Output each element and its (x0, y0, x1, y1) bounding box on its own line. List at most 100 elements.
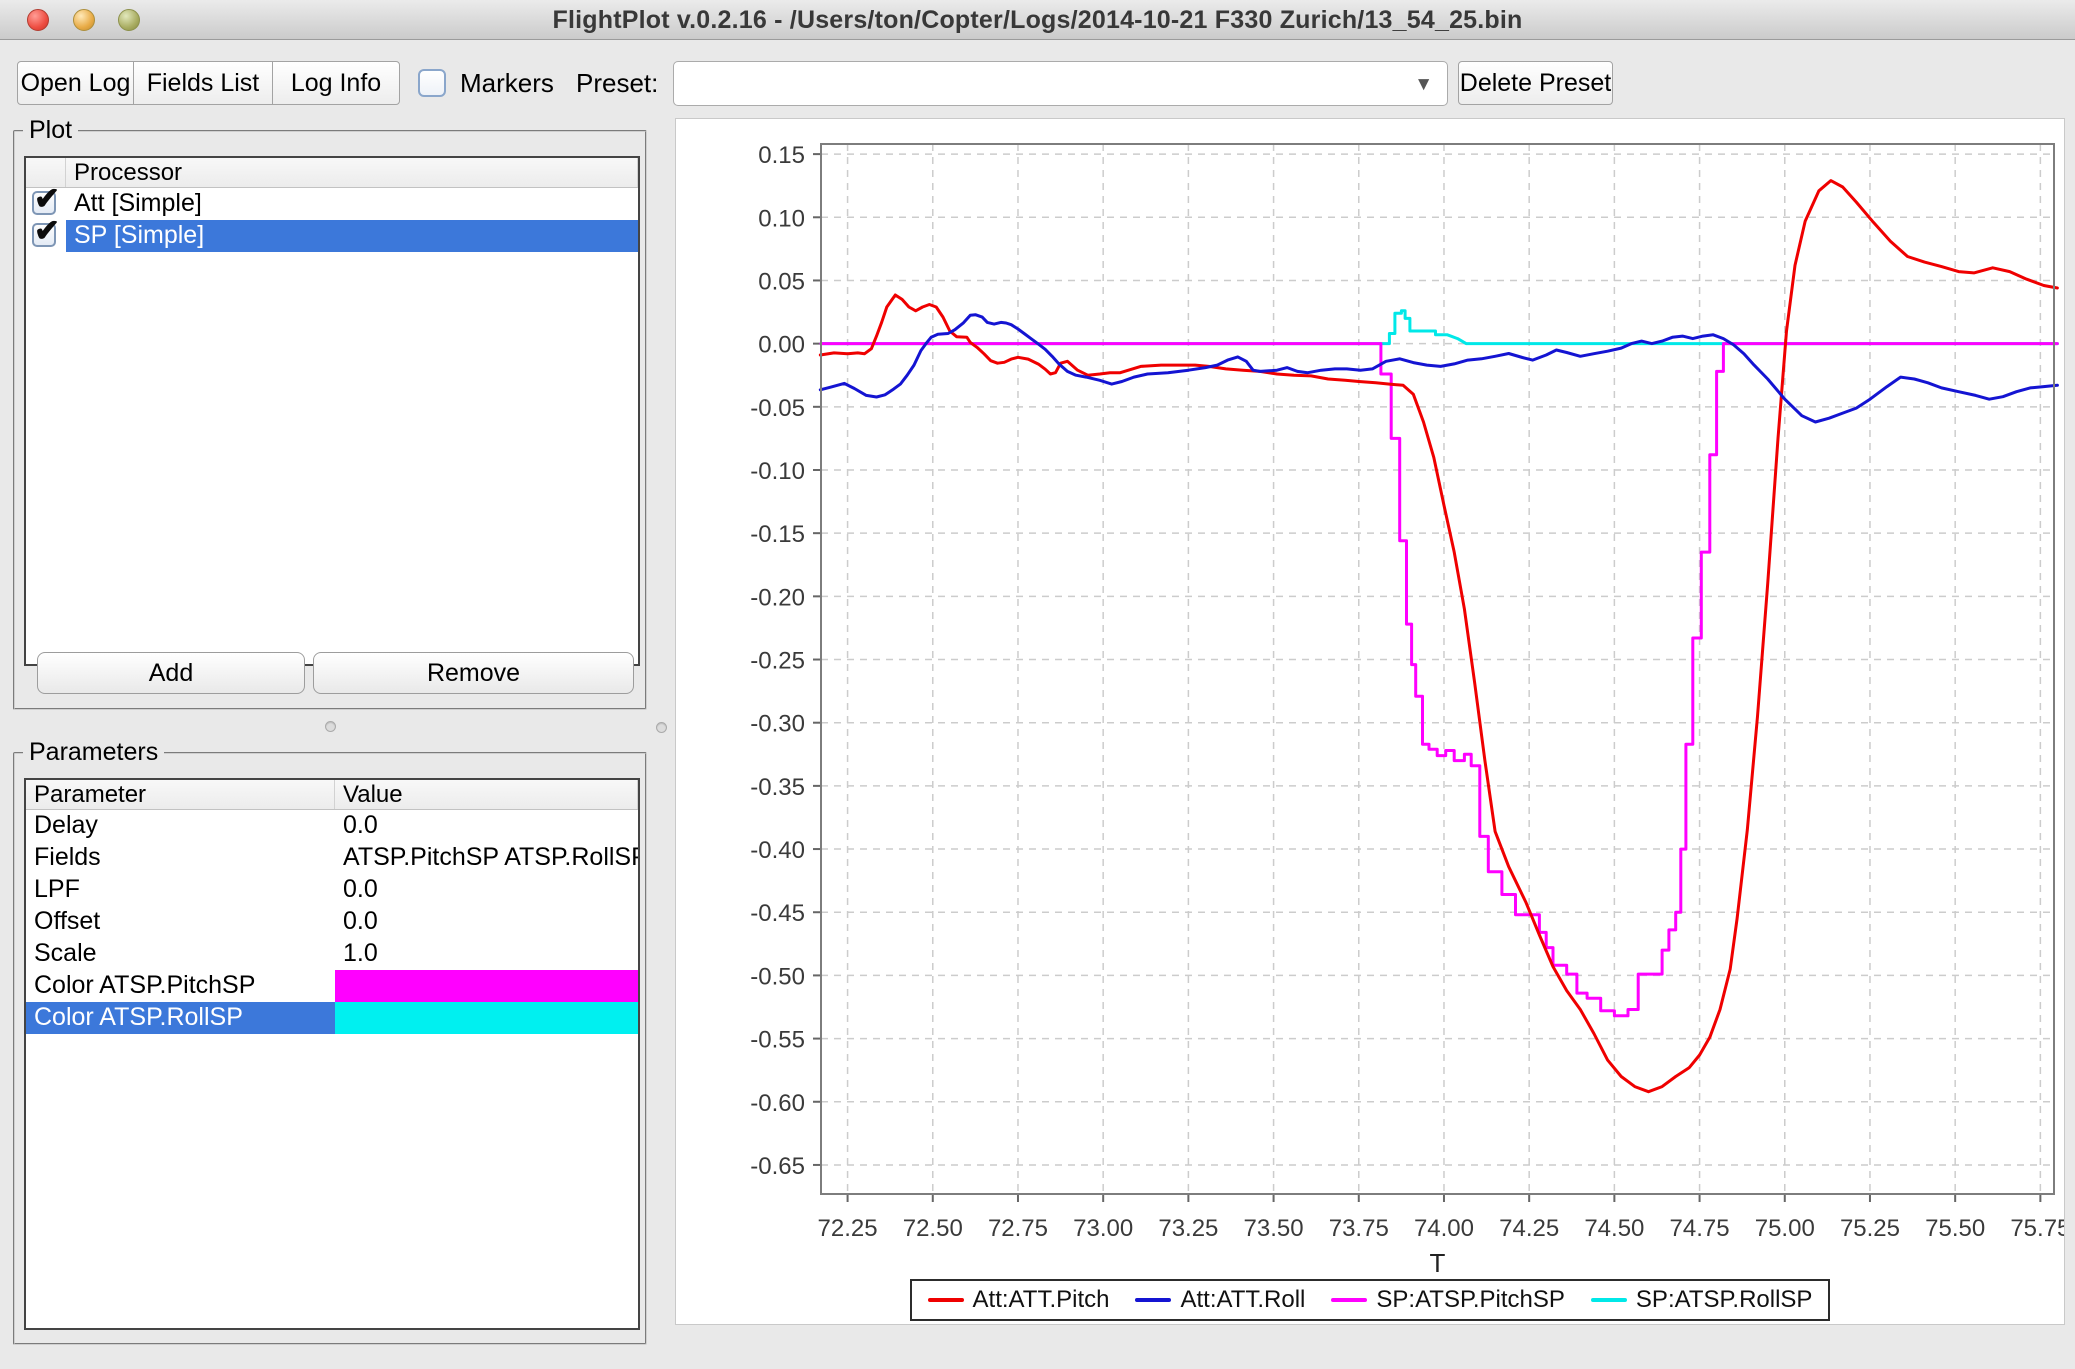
add-button[interactable]: Add (37, 652, 305, 694)
processor-label[interactable]: Att [Simple] (66, 188, 638, 220)
value-column-header[interactable]: Value (335, 780, 638, 809)
parameter-row[interactable]: Offset 0.0 (26, 906, 638, 938)
parameter-row[interactable]: Delay 0.0 (26, 810, 638, 842)
y-tick-label: -0.35 (750, 774, 805, 801)
processor-table[interactable]: Processor Att [Simple]SP [Simple] (24, 156, 640, 666)
legend-line-swatch (1135, 1298, 1172, 1302)
chevron-down-icon[interactable]: ▼ (1414, 74, 1433, 96)
processor-checkbox-cell[interactable] (26, 188, 66, 220)
x-tick-label: 75.75 (2010, 1215, 2064, 1242)
markers-label: Markers (460, 68, 554, 98)
legend-item: SP:ATSP.RollSP (1590, 1286, 1813, 1314)
flight-plot-chart[interactable]: 0.15 0.10 0.05 0.00 -0.05 -0.10 -0.15 -0.20 -0.2… (676, 119, 2070, 1279)
parameter-row[interactable]: LPF 0.0 (26, 874, 638, 906)
x-axis-label: T (1430, 1248, 1446, 1278)
legend-item: Att:ATT.Pitch (927, 1286, 1110, 1314)
legend-label: SP:ATSP.RollSP (1635, 1286, 1813, 1313)
parameter-value-cell[interactable]: 1.0 (335, 938, 638, 970)
parameter-name-cell[interactable]: LPF (26, 874, 335, 906)
y-tick-label: -0.10 (750, 458, 805, 485)
parameter-value-cell[interactable]: ATSP.PitchSP ATSP.RollSP (335, 842, 638, 874)
x-tick-label: 72.75 (988, 1215, 1048, 1242)
x-tick-label: 72.50 (903, 1215, 963, 1242)
x-tick-label: 73.50 (1244, 1215, 1304, 1242)
parameter-name-cell[interactable]: Scale (26, 938, 335, 970)
app-window: FlightPlot v.0.2.16 - /Users/ton/Copter/… (0, 0, 2075, 1369)
y-tick-label: -0.55 (750, 1027, 805, 1054)
legend-line-swatch (1590, 1298, 1627, 1302)
remove-button[interactable]: Remove (313, 652, 634, 694)
log-info-button[interactable]: Log Info (272, 61, 400, 105)
y-tick-label: -0.60 (750, 1090, 805, 1117)
chart-background (676, 119, 2064, 1279)
y-tick-label: -0.30 (750, 711, 805, 738)
parameters-panel-title: Parameters (23, 738, 165, 767)
parameter-color-swatch[interactable] (335, 970, 638, 1002)
preset-combobox[interactable]: ▼ (673, 61, 1448, 106)
plot-panel-title: Plot (23, 116, 79, 145)
checkbox-column-header[interactable] (26, 158, 66, 187)
y-tick-label: 0.00 (758, 332, 805, 359)
processor-checkbox-cell[interactable] (26, 220, 66, 252)
parameter-row[interactable]: Scale 1.0 (26, 938, 638, 970)
x-tick-label: 74.25 (1499, 1215, 1559, 1242)
processor-checkbox[interactable] (32, 188, 60, 217)
parameter-row[interactable]: Fields ATSP.PitchSP ATSP.RollSP (26, 842, 638, 874)
parameters-table[interactable]: Parameter Value Delay 0.0 Fields ATSP.Pitch… (24, 778, 640, 1330)
open-log-button[interactable]: Open Log (17, 61, 134, 105)
parameter-value-cell[interactable]: 0.0 (335, 874, 638, 906)
x-tick-label: 75.50 (1925, 1215, 1985, 1242)
parameter-name-cell[interactable]: Color ATSP.PitchSP (26, 970, 335, 1002)
title-bar[interactable]: FlightPlot v.0.2.16 - /Users/ton/Copter/… (0, 0, 2075, 40)
y-tick-label: -0.15 (750, 521, 805, 548)
parameter-row[interactable]: Color ATSP.RollSP (26, 1002, 638, 1034)
processor-column-header[interactable]: Processor (66, 158, 638, 187)
chart-panel[interactable]: 0.15 0.10 0.05 0.00 -0.05 -0.10 -0.15 -0.20 -0.2… (675, 118, 2070, 1325)
window-title: FlightPlot v.0.2.16 - /Users/ton/Copter/… (552, 6, 1523, 34)
parameter-color-swatch[interactable] (335, 1002, 638, 1034)
parameter-column-header[interactable]: Parameter (26, 780, 335, 809)
processor-row[interactable]: Att [Simple] (26, 188, 638, 220)
processor-table-header[interactable]: Processor (26, 158, 638, 188)
legend-item: SP:ATSP.PitchSP (1331, 1286, 1565, 1314)
y-tick-label: 0.15 (758, 142, 805, 169)
parameter-value-cell[interactable]: 0.0 (335, 810, 638, 842)
legend-item: Att:ATT.Roll (1135, 1286, 1305, 1314)
y-tick-label: -0.65 (750, 1153, 805, 1180)
parameter-value-cell[interactable]: 0.0 (335, 906, 638, 938)
y-tick-label: -0.25 (750, 648, 805, 675)
parameter-name-cell[interactable]: Delay (26, 810, 335, 842)
parameter-name-cell[interactable]: Fields (26, 842, 335, 874)
delete-preset-button[interactable]: Delete Preset (1458, 61, 1613, 105)
y-tick-label: -0.40 (750, 837, 805, 864)
x-tick-label: 73.75 (1329, 1215, 1389, 1242)
y-tick-label: -0.45 (750, 900, 805, 927)
vertical-splitter-grip[interactable] (656, 722, 667, 733)
processor-label[interactable]: SP [Simple] (66, 220, 638, 252)
parameters-table-header[interactable]: Parameter Value (26, 780, 638, 810)
processor-row[interactable]: SP [Simple] (26, 220, 638, 252)
x-tick-label: 74.75 (1670, 1215, 1730, 1242)
legend-line-swatch (1331, 1298, 1368, 1302)
horizontal-splitter-grip[interactable] (325, 721, 336, 732)
y-tick-label: -0.20 (750, 584, 805, 611)
parameter-name-cell[interactable]: Color ATSP.RollSP (26, 1002, 335, 1034)
legend-label: SP:ATSP.PitchSP (1376, 1286, 1565, 1313)
y-tick-label: -0.05 (750, 395, 805, 422)
x-tick-label: 74.00 (1414, 1215, 1474, 1242)
y-tick-label: 0.10 (758, 205, 805, 232)
fields-list-button[interactable]: Fields List (133, 61, 273, 105)
x-tick-label: 75.25 (1840, 1215, 1900, 1242)
parameter-row[interactable]: Color ATSP.PitchSP (26, 970, 638, 1002)
x-tick-label: 73.25 (1158, 1215, 1218, 1242)
x-tick-label: 74.50 (1584, 1215, 1644, 1242)
parameter-name-cell[interactable]: Offset (26, 906, 335, 938)
x-tick-label: 73.00 (1073, 1215, 1133, 1242)
processor-checkbox[interactable] (32, 220, 60, 249)
markers-checkbox[interactable] (418, 69, 446, 97)
y-tick-label: 0.05 (758, 268, 805, 295)
legend-line-swatch (927, 1298, 964, 1302)
legend-box: Att:ATT.Pitch Att:ATT.Roll SP:ATSP.PitchSP… (909, 1279, 1831, 1321)
y-tick-label: -0.50 (750, 963, 805, 990)
legend-label: Att:ATT.Pitch (972, 1286, 1110, 1313)
